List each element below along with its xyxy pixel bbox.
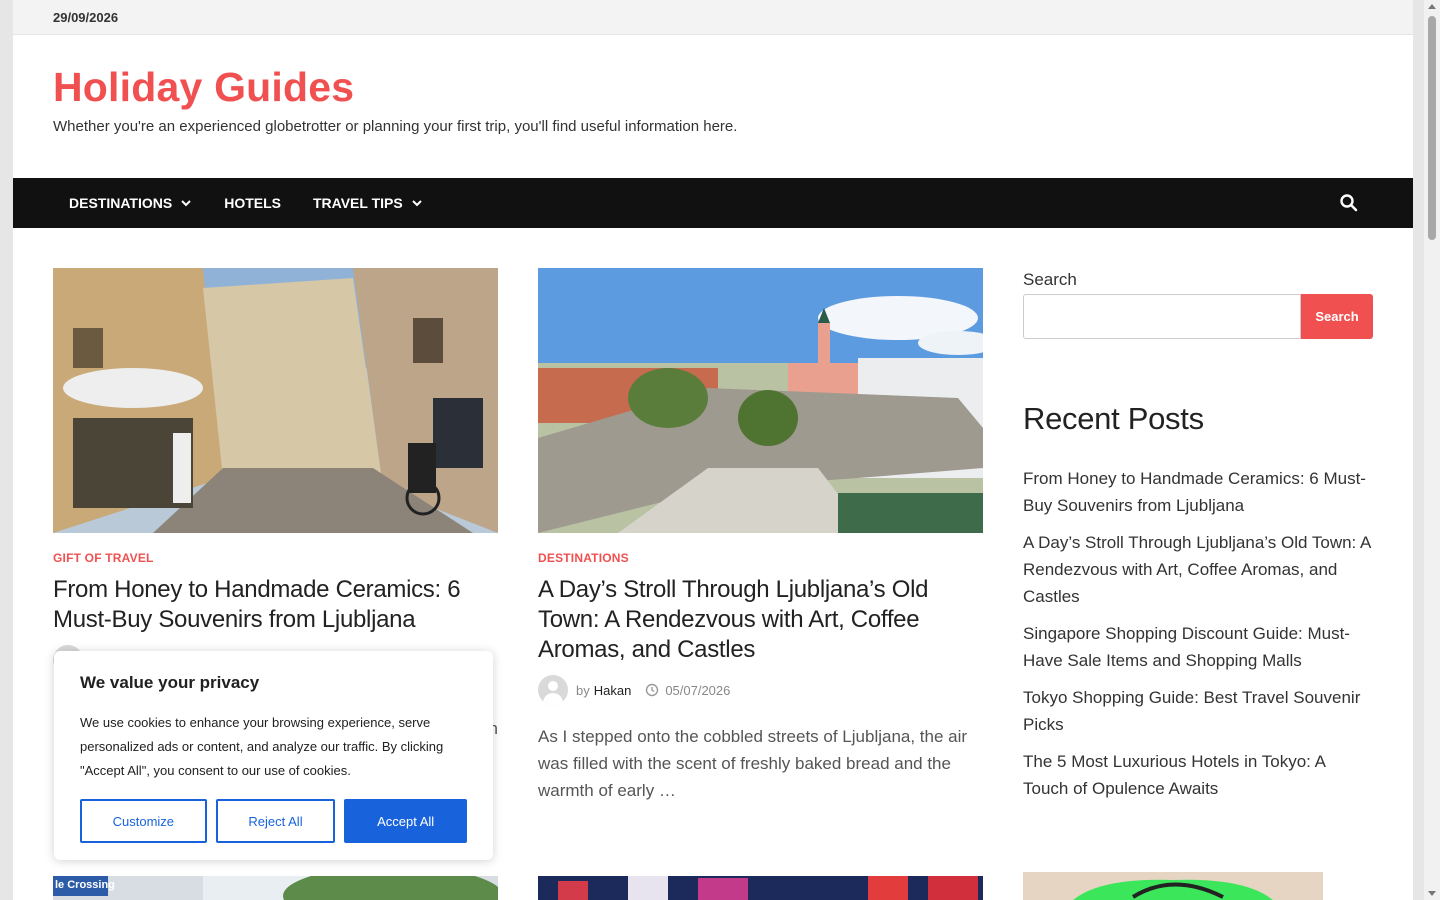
sidebar: Search Search Recent Posts From Honey to… bbox=[1023, 270, 1373, 812]
crossing-sign-text: le Crossing bbox=[55, 879, 115, 891]
green-bag-photo-image bbox=[1023, 872, 1323, 900]
post-date[interactable]: 05/07/2026 bbox=[665, 683, 730, 698]
street-photo-image bbox=[53, 268, 498, 533]
site-title[interactable]: Holiday Guides bbox=[53, 64, 1413, 110]
search-form: Search bbox=[1023, 294, 1373, 339]
search-input[interactable] bbox=[1023, 294, 1301, 339]
reject-all-button[interactable]: Reject All bbox=[215, 799, 336, 843]
nav-item-destinations[interactable]: DESTINATIONS bbox=[53, 178, 208, 228]
post-author[interactable]: Hakan bbox=[594, 683, 632, 698]
scroll-down-arrow-icon[interactable] bbox=[1428, 891, 1436, 896]
nav-item-label: HOTELS bbox=[224, 195, 281, 211]
post-card: DESTINATIONS A Day’s Stroll Through Ljub… bbox=[538, 268, 983, 804]
post-thumbnail[interactable] bbox=[53, 268, 498, 533]
chevron-down-icon bbox=[181, 200, 191, 207]
meta-by: by bbox=[576, 682, 590, 698]
site-tagline: Whether you're an experienced globetrott… bbox=[53, 118, 738, 136]
clock-icon bbox=[646, 683, 659, 697]
post-thumbnail[interactable] bbox=[538, 268, 983, 533]
top-bar-date: 29/09/2026 bbox=[53, 9, 119, 25]
post-card bbox=[538, 876, 983, 900]
cookie-title: We value your privacy bbox=[80, 673, 260, 692]
main-nav: DESTINATIONS HOTELS TRAVEL TIPS bbox=[13, 178, 1413, 228]
recent-posts-list: From Honey to Handmade Ceramics: 6 Must-… bbox=[1023, 465, 1373, 802]
post-title[interactable]: A Day’s Stroll Through Ljubljana’s Old T… bbox=[538, 575, 983, 665]
scroll-up-arrow-icon[interactable] bbox=[1428, 4, 1436, 9]
recent-post-link[interactable]: Singapore Shopping Discount Guide: Must-… bbox=[1023, 620, 1373, 674]
search-button[interactable]: Search bbox=[1301, 294, 1373, 339]
post-card: le Crossing bbox=[53, 876, 498, 900]
nav-item-hotels[interactable]: HOTELS bbox=[208, 178, 297, 228]
post-category[interactable]: DESTINATIONS bbox=[538, 551, 983, 565]
recent-post-link[interactable]: From Honey to Handmade Ceramics: 6 Must-… bbox=[1023, 465, 1373, 519]
cookie-buttons: Customize Reject All Accept All bbox=[80, 799, 467, 843]
city-square-photo-image bbox=[538, 268, 983, 533]
search-label: Search bbox=[1023, 270, 1077, 289]
nav-item-label: DESTINATIONS bbox=[69, 195, 173, 211]
accept-all-button[interactable]: Accept All bbox=[344, 799, 467, 843]
post-meta: by Hakan 05/07/2026 bbox=[538, 675, 983, 705]
scroll-thumb[interactable] bbox=[1428, 16, 1436, 240]
night-street-photo-image bbox=[538, 876, 983, 900]
post-title[interactable]: From Honey to Handmade Ceramics: 6 Must-… bbox=[53, 575, 498, 635]
recent-post-link[interactable]: Tokyo Shopping Guide: Best Travel Souven… bbox=[1023, 684, 1373, 738]
cookie-text: We use cookies to enhance your browsing … bbox=[80, 715, 444, 778]
street-crossing-photo-image bbox=[53, 876, 498, 900]
post-excerpt: As I stepped onto the cobbled streets of… bbox=[538, 727, 968, 800]
sidebar-thumbnail[interactable] bbox=[1023, 872, 1323, 900]
page: 29/09/2026 Holiday Guides Whether you're… bbox=[13, 0, 1413, 900]
top-bar: 29/09/2026 bbox=[13, 0, 1413, 35]
customize-button[interactable]: Customize bbox=[80, 799, 207, 843]
cookie-consent-banner: We value your privacy We use cookies to … bbox=[54, 651, 493, 860]
post-category[interactable]: GIFT OF TRAVEL bbox=[53, 551, 498, 565]
post-thumbnail[interactable]: le Crossing bbox=[53, 876, 498, 900]
scrollbar[interactable] bbox=[1424, 0, 1440, 900]
search-icon[interactable] bbox=[1339, 193, 1359, 213]
post-thumbnail[interactable] bbox=[538, 876, 983, 900]
nav-item-label: TRAVEL TIPS bbox=[312, 195, 403, 211]
masthead: Holiday Guides Whether you're an experie… bbox=[13, 35, 1413, 178]
chevron-down-icon bbox=[411, 200, 422, 207]
recent-post-link[interactable]: The 5 Most Luxurious Hotels in Tokyo: A … bbox=[1023, 748, 1373, 802]
nav-item-travel-tips[interactable]: TRAVEL TIPS bbox=[297, 178, 439, 228]
avatar bbox=[538, 675, 568, 705]
recent-post-link[interactable]: A Day’s Stroll Through Ljubljana’s Old T… bbox=[1023, 529, 1373, 610]
recent-posts-title: Recent Posts bbox=[1023, 401, 1204, 436]
